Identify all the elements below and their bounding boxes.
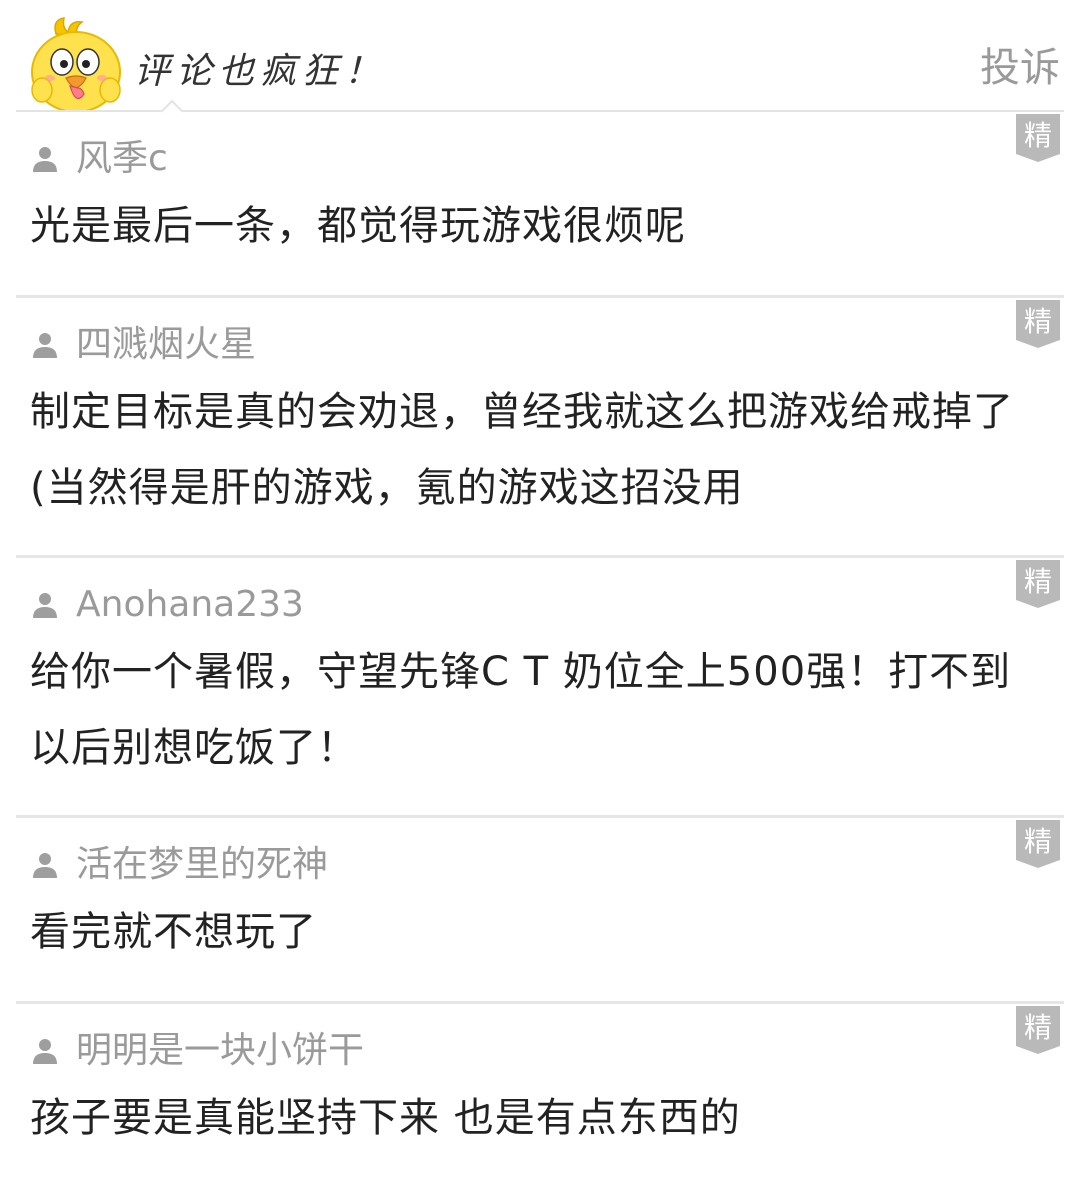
jing-badge-icon: 精: [1016, 820, 1060, 868]
user-icon: [33, 593, 57, 618]
svg-text:精: 精: [1024, 825, 1052, 858]
comment-header: 评论也疯狂！ 投诉: [0, 0, 1080, 123]
jing-badge-icon: 精: [1016, 1006, 1060, 1054]
author-name[interactable]: 风季c: [76, 136, 168, 182]
jing-badge-icon: 精: [1016, 560, 1060, 608]
author-name[interactable]: 明明是一块小饼干: [76, 1028, 364, 1074]
comment-text: 制定目标是真的会劝退，曾经我就这么把游戏给戒掉了(当然得是肝的游戏，氪的游戏这招…: [30, 389, 1014, 511]
svg-text:精: 精: [1024, 565, 1052, 598]
comment-item: 明明是一块小饼干 精 孩子要是真能坚持下来 也是有点东西的: [16, 1004, 1064, 1190]
user-icon: [33, 853, 57, 878]
svg-text:精: 精: [1024, 1011, 1052, 1044]
report-link[interactable]: 投诉: [980, 38, 1060, 98]
comment-item: 活在梦里的死神 精 看完就不想玩了: [16, 818, 1064, 1004]
mascot-icon: [31, 17, 121, 112]
author-row: 明明是一块小饼干: [30, 1004, 1034, 1074]
comment-list: 风季c 精 光是最后一条，都觉得玩游戏很烦呢 四溅烟火星 精 制定目标是真的会劝…: [0, 112, 1080, 1190]
comment-text: 看完就不想玩了: [30, 909, 317, 955]
author-name[interactable]: 活在梦里的死神: [76, 842, 328, 888]
author-row: 风季c: [30, 112, 1034, 182]
comment-text: 给你一个暑假，守望先锋C T 奶位全上500强！打不到以后别想吃饭了！: [30, 649, 1012, 771]
author-row: 四溅烟火星: [30, 298, 1034, 368]
author-name[interactable]: 四溅烟火星: [76, 322, 256, 368]
svg-text:精: 精: [1024, 305, 1052, 338]
comment-text: 光是最后一条，都觉得玩游戏很烦呢: [30, 203, 686, 249]
comment-text: 孩子要是真能坚持下来 也是有点东西的: [30, 1095, 741, 1141]
page-title: 评论也疯狂！: [134, 51, 387, 92]
comment-item: Anohana233 精 给你一个暑假，守望先锋C T 奶位全上500强！打不到…: [16, 558, 1064, 818]
author-row: 活在梦里的死神: [30, 818, 1034, 888]
jing-badge-icon: 精: [1016, 300, 1060, 348]
comment-item: 四溅烟火星 精 制定目标是真的会劝退，曾经我就这么把游戏给戒掉了(当然得是肝的游…: [16, 298, 1064, 558]
author-name[interactable]: Anohana233: [76, 582, 304, 628]
user-icon: [33, 333, 57, 358]
comment-item: 风季c 精 光是最后一条，都觉得玩游戏很烦呢: [16, 112, 1064, 298]
jing-badge-icon: 精: [1016, 114, 1060, 162]
author-row: Anohana233: [30, 558, 1034, 628]
svg-text:精: 精: [1024, 119, 1052, 152]
user-icon: [33, 147, 57, 172]
user-icon: [33, 1039, 57, 1064]
